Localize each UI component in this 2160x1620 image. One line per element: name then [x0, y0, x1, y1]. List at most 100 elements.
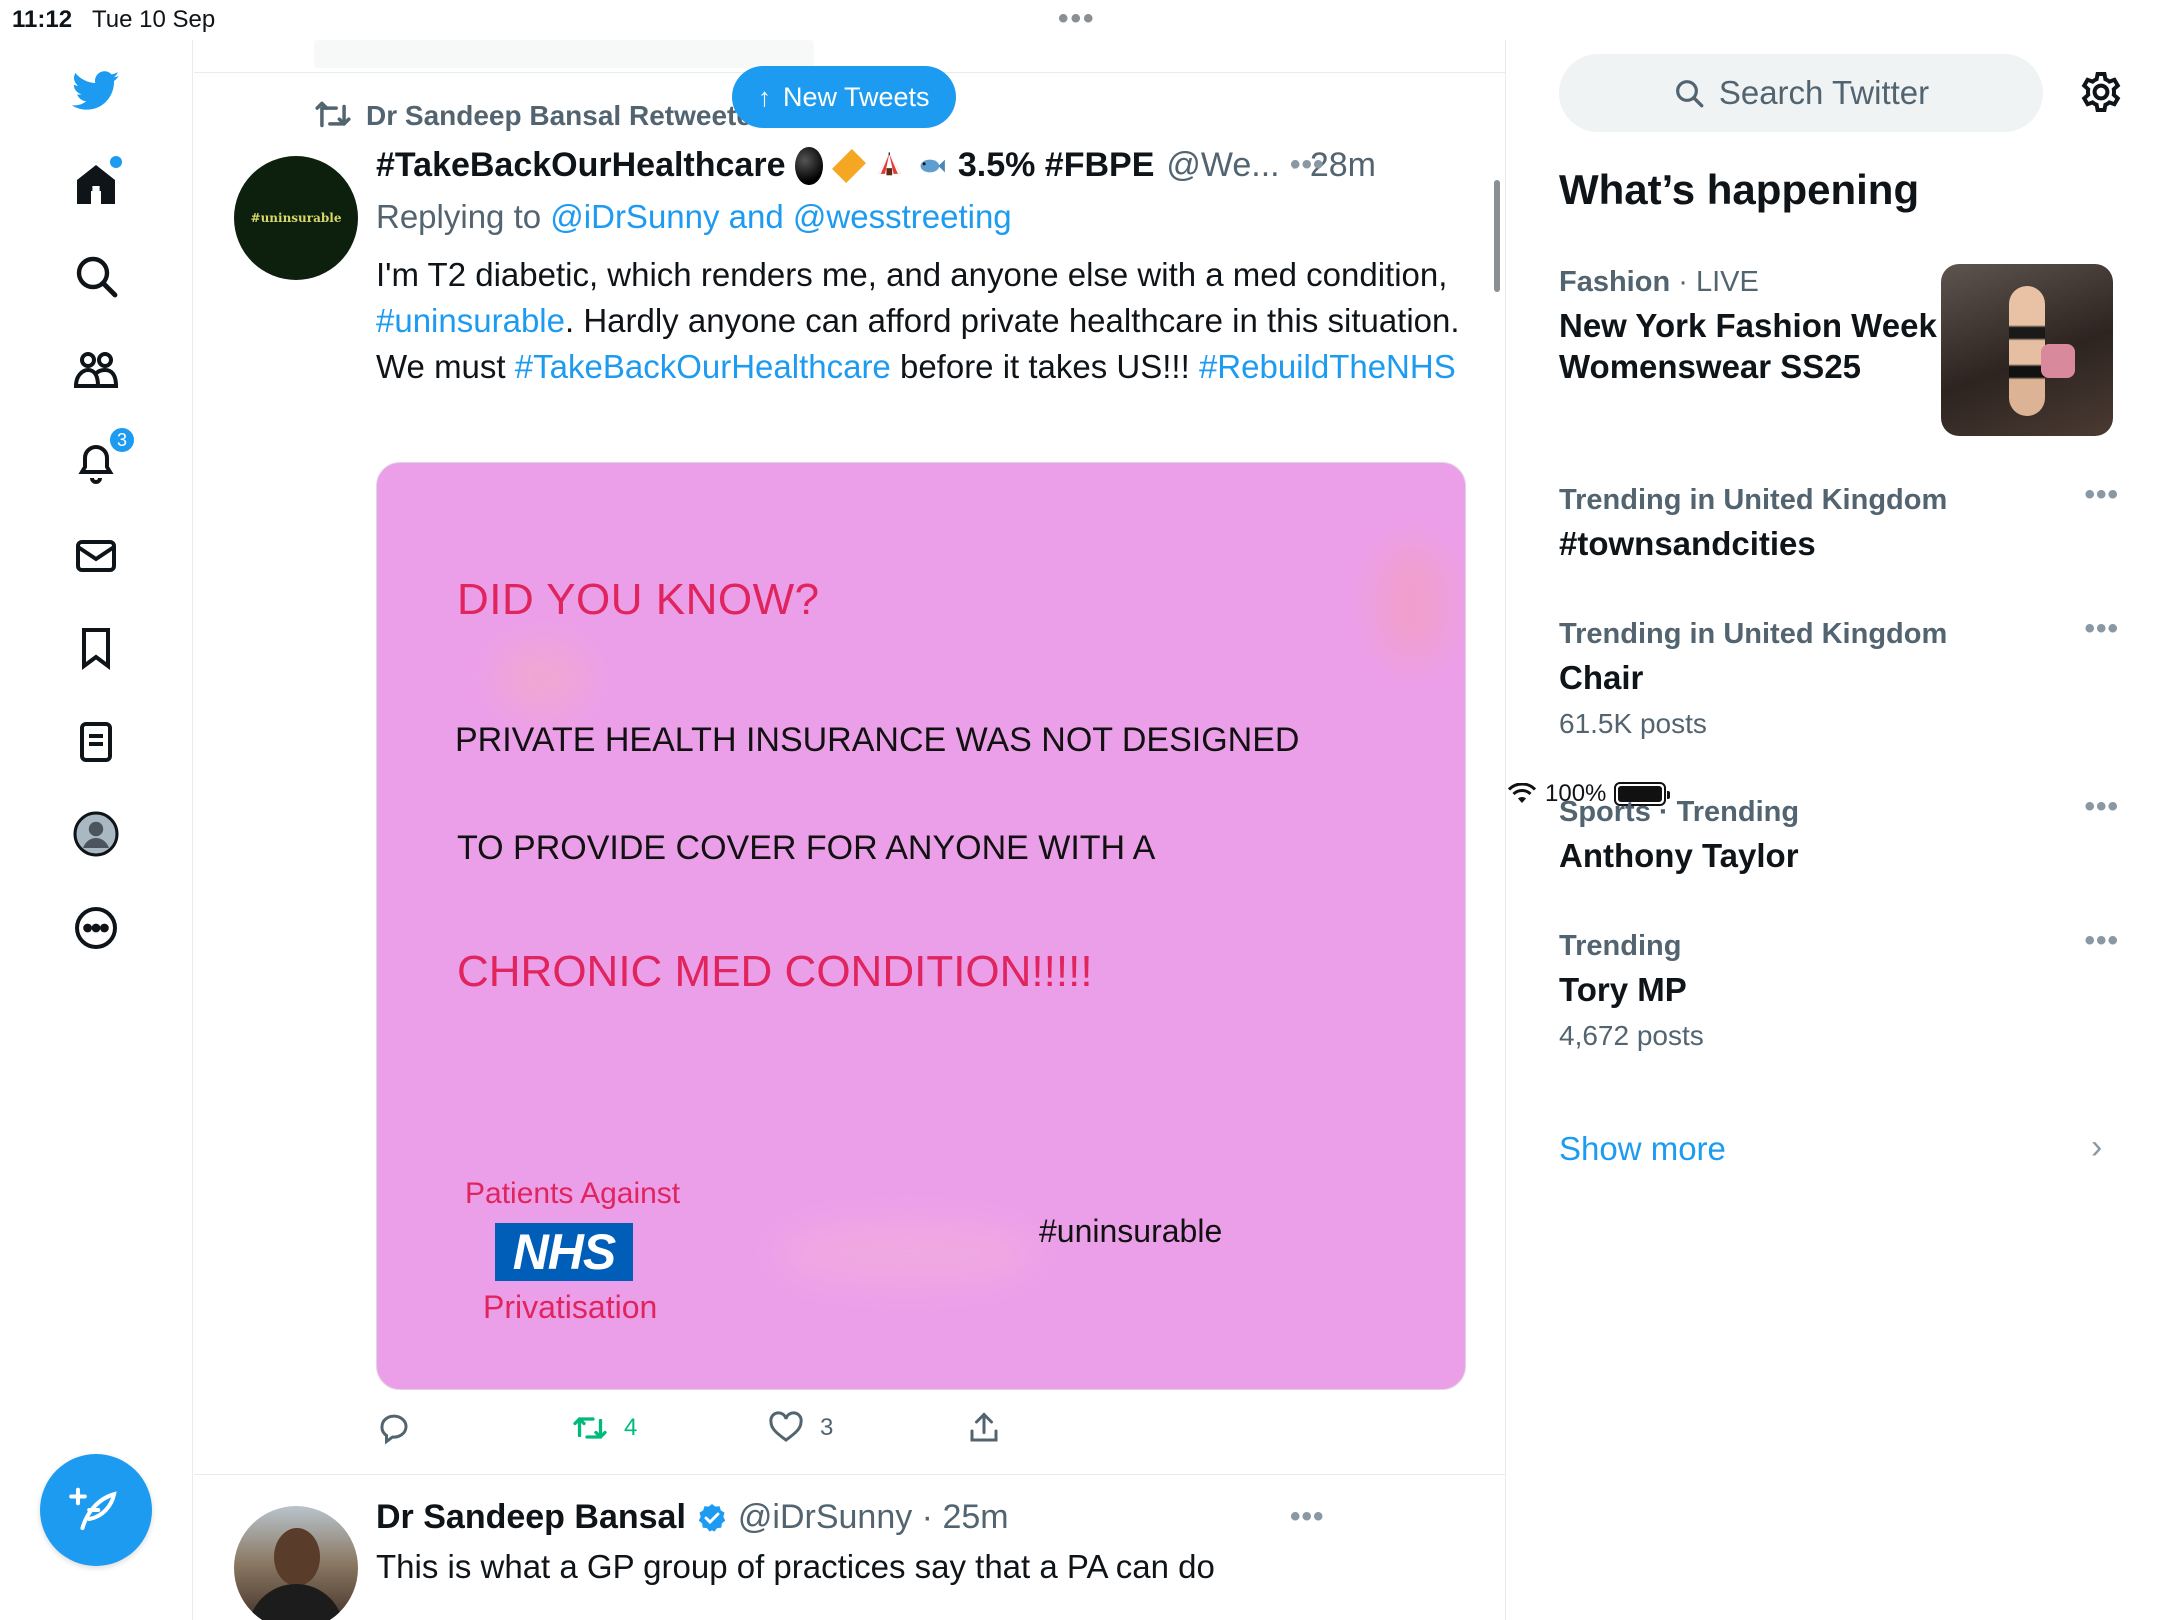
retweet-context: Dr Sandeep Bansal Retweeted — [314, 100, 769, 132]
trend-post-count: 4,672 posts — [1559, 1020, 1704, 1051]
tweet-header: #TakeBackOurHealthcare 3.5% #FBPE @We...… — [376, 146, 1376, 185]
right-sidebar: Search Twitter What’s happening Fashion … — [1507, 40, 2160, 1620]
retweet-count: 4 — [624, 1414, 638, 1441]
search-input[interactable]: Search Twitter — [1559, 54, 2043, 132]
search-placeholder: Search Twitter — [1718, 74, 1930, 111]
trend-more-icon[interactable]: ••• — [2084, 478, 2119, 512]
messages-icon[interactable] — [70, 530, 122, 582]
tweet-actions: 4 3 — [376, 1410, 1076, 1460]
tweet-author-avatar[interactable]: #uninsurable — [234, 156, 358, 280]
new-tweets-button[interactable]: ↑ New Tweets — [732, 66, 956, 128]
bookmarks-icon[interactable] — [70, 622, 122, 674]
trend-thumbnail-image[interactable] — [1941, 264, 2113, 436]
runway-model-figure — [2009, 286, 2045, 416]
lists-icon[interactable] — [70, 716, 122, 768]
hashtag-takebackourhealthcare-link[interactable]: #TakeBackOurHealthcare — [515, 348, 891, 385]
whats-happening-heading: What’s happening — [1559, 166, 1920, 213]
tweet-text-part: before it takes US!!! — [890, 348, 1199, 385]
tweet2-author-avatar[interactable] — [234, 1506, 358, 1620]
hashtag-uninsurable-link[interactable]: #uninsurable — [376, 302, 565, 339]
media-line: TO PROVIDE COVER FOR ANYONE WITH A — [457, 829, 1156, 867]
trend-title: Chair — [1559, 659, 1644, 696]
settings-gear-icon[interactable] — [2077, 68, 2125, 116]
multitasking-dots-icon[interactable]: ••• — [1058, 2, 1096, 36]
scrollbar[interactable] — [1494, 180, 1500, 292]
compose-feather-icon — [69, 1487, 117, 1531]
trend-title: #townsandcities — [1559, 525, 1816, 562]
trend-category: Sports · Trending — [1559, 796, 1800, 828]
tweet-text: I'm T2 diabetic, which renders me, and a… — [376, 252, 1466, 390]
trend-more-icon[interactable]: ••• — [2084, 612, 2119, 646]
trend-post-count: 61.5K posts — [1559, 708, 1707, 739]
media-texture — [1377, 543, 1447, 663]
profile-avatar-icon[interactable] — [70, 808, 122, 860]
search-icon[interactable] — [70, 250, 122, 302]
media-line: PRIVATE HEALTH INSURANCE WAS NOT DESIGNE… — [455, 721, 1300, 759]
more-options-icon[interactable] — [70, 902, 122, 954]
replying-prefix: Replying to — [376, 198, 542, 235]
faded-header — [314, 40, 814, 68]
trend-category: Fashion — [1559, 266, 1671, 298]
tweet-media-image[interactable]: DID YOU KNOW? PRIVATE HEALTH INSURANCE W… — [376, 462, 1466, 1390]
status-bar: 11:12 Tue 10 Sep ••• 100% — [0, 0, 2160, 807]
author-name[interactable]: #TakeBackOurHealthcare — [376, 146, 785, 185]
notifications-icon[interactable]: 3 — [70, 426, 136, 488]
nhs-logo: NHS — [495, 1223, 633, 1281]
heart-icon — [769, 1411, 803, 1442]
like-count: 3 — [820, 1414, 834, 1441]
trend-category: Trending in United Kingdom — [1559, 484, 1948, 516]
tweet2-handle-time: @iDrSunny · 25m — [737, 1498, 1009, 1536]
trend-item[interactable]: Trending in United Kingdom #townsandciti… — [1559, 478, 2119, 564]
arrow-up-icon: ↑ — [758, 81, 771, 112]
media-title: DID YOU KNOW? — [457, 575, 820, 624]
media-org-top: Patients Against — [465, 1177, 681, 1210]
twitter-logo-icon[interactable] — [70, 64, 122, 116]
replying-to-users-link[interactable]: @iDrSunny and @wesstreeting — [550, 198, 1011, 235]
trend-title: Anthony Taylor — [1559, 837, 1799, 874]
trend-item[interactable]: Sports · Trending Anthony Taylor ••• — [1559, 790, 2119, 876]
tweet-more-icon[interactable]: ••• — [1290, 148, 1325, 182]
avatar-body — [248, 1584, 344, 1620]
verified-badge-icon — [698, 1503, 726, 1532]
trend-title: Tory MP — [1559, 971, 1687, 1008]
share-button[interactable] — [966, 1410, 1002, 1446]
orange-diamond-emoji-icon — [831, 148, 866, 183]
media-texture — [497, 643, 587, 713]
replying-to: Replying to @iDrSunny and @wesstreeting — [376, 198, 1012, 236]
trend-meta: Trending in United Kingdom — [1559, 618, 2119, 651]
circus-tent-emoji-icon — [877, 151, 901, 175]
media-line-highlight: CHRONIC MED CONDITION!!!!! — [457, 947, 1093, 996]
trend-category: Trending in United Kingdom — [1559, 618, 1948, 650]
tweet2-author-name[interactable]: Dr Sandeep Bansal — [376, 1498, 686, 1537]
trend-item[interactable]: Trending in United Kingdom Chair 61.5K p… — [1559, 612, 2119, 740]
trend-meta: Fashion · LIVE — [1559, 266, 1959, 299]
trend-meta: Trending — [1559, 930, 2119, 963]
author-name-stat: 3.5% #FBPE — [957, 146, 1155, 184]
show-more-link[interactable]: Show more — [1559, 1130, 1726, 1168]
avatar-text: #uninsurable — [250, 211, 342, 225]
retweet-icon — [573, 1417, 607, 1439]
home-icon[interactable] — [70, 156, 122, 210]
notifications-badge: 3 — [108, 426, 136, 454]
trend-more-icon[interactable]: ••• — [2084, 790, 2119, 824]
tweet-divider — [194, 1474, 1505, 1475]
retweet-button[interactable]: 4 — [572, 1410, 637, 1446]
chevron-right-icon: › — [2091, 1128, 2103, 1166]
handbag-shape — [2041, 344, 2075, 378]
reply-button[interactable] — [376, 1410, 412, 1446]
media-texture — [777, 1223, 1037, 1283]
trend-title: New York Fashion Week Womenswear SS25 — [1559, 307, 1937, 385]
tweet2-more-icon[interactable]: ••• — [1290, 1500, 1325, 1534]
trend-meta: Sports · Trending — [1559, 796, 2119, 829]
compose-tweet-button[interactable] — [40, 1454, 152, 1566]
trend-more-icon[interactable]: ••• — [2084, 924, 2119, 958]
like-button[interactable]: 3 — [768, 1410, 833, 1446]
trend-meta: Trending in United Kingdom — [1559, 484, 2119, 517]
hashtag-rebuildthenhs-link[interactable]: #RebuildTheNHS — [1199, 348, 1456, 385]
communities-icon[interactable] — [70, 344, 122, 396]
author-handle-time: @We... · 28m — [1166, 146, 1376, 184]
trend-category: Trending — [1559, 930, 1682, 962]
media-org-bottom: Privatisation — [483, 1289, 658, 1325]
trend-item[interactable]: Fashion · LIVE New York Fashion Week Wom… — [1559, 266, 1959, 387]
trend-item[interactable]: Trending Tory MP 4,672 posts ••• — [1559, 924, 2119, 1052]
